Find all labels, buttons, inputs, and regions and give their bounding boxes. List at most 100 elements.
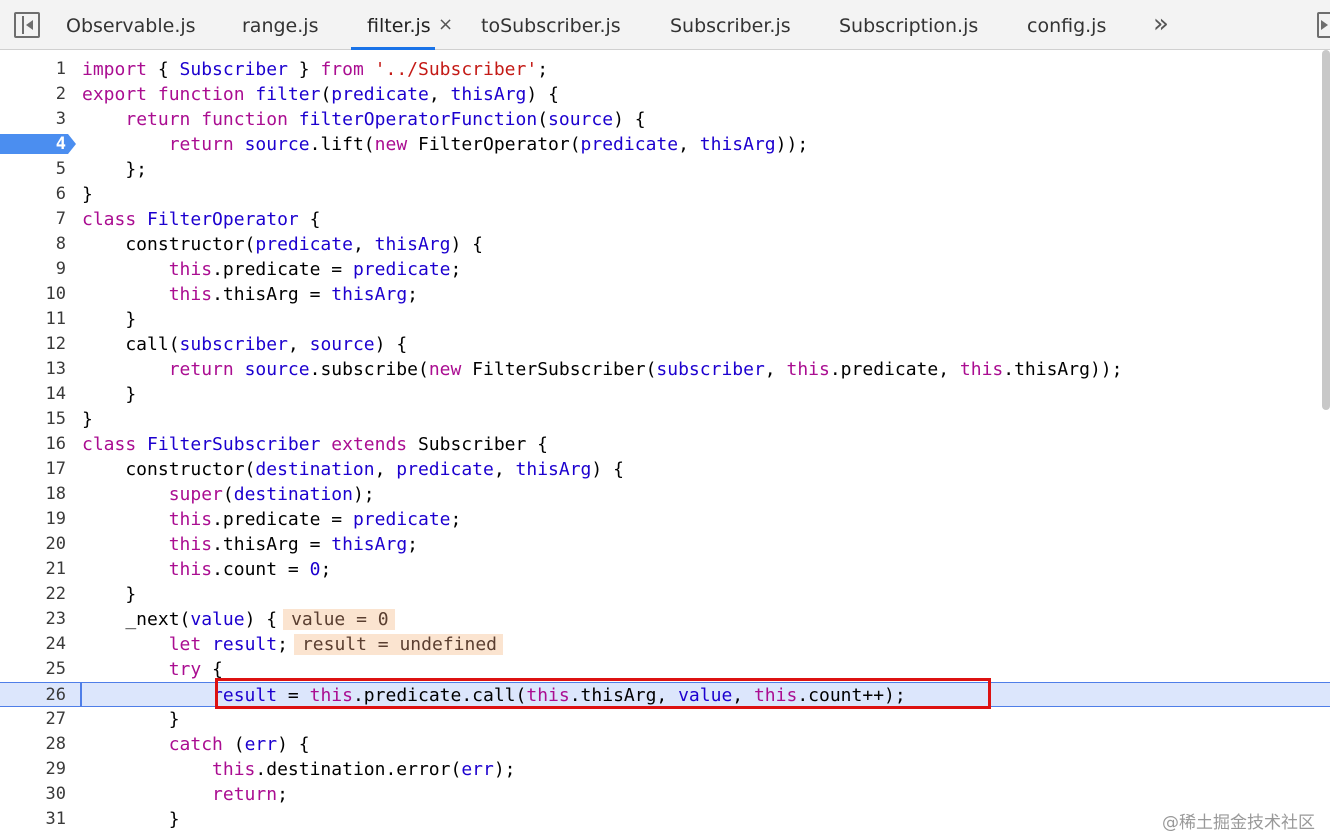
code-line[interactable]: 13 return source.subscribe(new FilterSub… (0, 357, 1330, 382)
line-number[interactable]: 25 (0, 657, 66, 682)
code-text: catch (err) { (168, 734, 310, 755)
code-line[interactable]: 18 super(destination); (0, 482, 1330, 507)
code-line[interactable]: 14 } (0, 382, 1330, 407)
code-text: constructor(destination, predicate, this… (82, 459, 624, 480)
code-text: this.count = 0; (168, 559, 332, 580)
tab-range-js[interactable]: range.js (242, 0, 318, 50)
line-number[interactable]: 7 (0, 207, 66, 232)
code-line[interactable]: 29 this.destination.error(err); (0, 757, 1330, 782)
line-number[interactable]: 17 (0, 457, 66, 482)
line-number[interactable]: 21 (0, 557, 66, 582)
watermark-text: @稀土掘金技术社区 (1162, 813, 1315, 833)
close-tab-icon[interactable]: × (438, 0, 453, 50)
line-number[interactable]: 28 (0, 732, 66, 757)
code-line[interactable]: 3 return function filterOperatorFunction… (0, 107, 1330, 132)
line-number[interactable]: 27 (0, 707, 66, 732)
line-number[interactable]: 15 (0, 407, 66, 432)
code-text: import { Subscriber } from '../Subscribe… (82, 59, 549, 80)
code-line[interactable]: 28 catch (err) { (0, 732, 1330, 757)
code-text: export function filter(predicate, thisAr… (82, 84, 559, 105)
code-line[interactable]: 10 this.thisArg = thisArg; (0, 282, 1330, 307)
tab-filter-js[interactable]: filter.js (351, 0, 435, 50)
code-line[interactable]: 26 result = this.predicate.call(this.thi… (0, 678, 1330, 709)
code-line[interactable]: 4 return source.lift(new FilterOperator(… (0, 132, 1330, 157)
line-number[interactable]: 19 (0, 507, 66, 532)
sidebar-toggle-left-icon[interactable] (14, 12, 40, 38)
code-line[interactable]: 30 return; (0, 782, 1330, 807)
line-number[interactable]: 13 (0, 357, 66, 382)
code-editor[interactable]: 1 import { Subscriber } from '../Subscrib… (0, 50, 1330, 837)
code-text: } (82, 809, 180, 830)
code-text: class FilterSubscriber extends Subscribe… (82, 434, 549, 455)
code-text: return function filterOperatorFunction(s… (125, 109, 646, 130)
line-number[interactable]: 9 (0, 257, 66, 282)
code-line[interactable]: 16 class FilterSubscriber extends Subscri… (0, 432, 1330, 457)
line-number[interactable]: 22 (0, 582, 66, 607)
code-text: let result; result = undefined (82, 632, 504, 657)
code-text: _next(value) {value = 0 (82, 607, 395, 632)
code-line[interactable]: 2 export function filter(predicate, thisA… (0, 82, 1330, 107)
code-line[interactable]: 20 this.thisArg = thisArg; (0, 532, 1330, 557)
code-text: constructor(predicate, thisArg) { (82, 234, 483, 255)
sidebar-toggle-right-icon[interactable] (1317, 12, 1330, 38)
line-number[interactable]: 12 (0, 332, 66, 357)
tab-observable-js[interactable]: Observable.js (66, 0, 196, 50)
code-line[interactable]: 27 } (0, 707, 1330, 732)
line-number[interactable]: 5 (0, 157, 66, 182)
code-line[interactable]: 19 this.predicate = predicate; (0, 507, 1330, 532)
code-line[interactable]: 22 } (0, 582, 1330, 607)
code-text: call(subscriber, source) { (82, 334, 408, 355)
line-number[interactable]: 31 (0, 807, 66, 832)
line-number[interactable]: 4 (0, 132, 66, 157)
code-line[interactable]: 8 constructor(predicate, thisArg) { (0, 232, 1330, 257)
code-line[interactable]: 9 this.predicate = predicate; (0, 257, 1330, 282)
tab-config-js[interactable]: config.js (1027, 0, 1106, 50)
line-number[interactable]: 1 (0, 57, 66, 82)
more-tabs-chevron-icon[interactable]: » (1153, 0, 1169, 50)
code-line[interactable]: 11 } (0, 307, 1330, 332)
line-number[interactable]: 10 (0, 282, 66, 307)
code-line[interactable]: 15} (0, 407, 1330, 432)
code-text: } (82, 309, 137, 330)
line-number[interactable]: 20 (0, 532, 66, 557)
line-number[interactable]: 2 (0, 82, 66, 107)
line-number[interactable]: 16 (0, 432, 66, 457)
code-text: } (82, 584, 137, 605)
code-line[interactable]: 17 constructor(destination, predicate, t… (0, 457, 1330, 482)
code-text: this.predicate = predicate; (168, 509, 462, 530)
code-text: super(destination); (168, 484, 375, 505)
line-number[interactable]: 11 (0, 307, 66, 332)
inline-value-hint: value = 0 (283, 609, 395, 630)
tab-subscription-js[interactable]: Subscription.js (839, 0, 978, 50)
vertical-scrollbar[interactable] (1322, 50, 1330, 410)
code-text: } (82, 409, 93, 430)
code-text: this.thisArg = thisArg; (168, 534, 418, 555)
code-line[interactable]: 6} (0, 182, 1330, 207)
code-line[interactable]: 31 } (0, 807, 1330, 832)
tab-tosubscriber-js[interactable]: toSubscriber.js (481, 0, 621, 50)
code-text: result = this.predicate.call(this.thisAr… (212, 685, 906, 706)
line-number[interactable]: 24 (0, 632, 66, 657)
line-number[interactable]: 8 (0, 232, 66, 257)
line-number[interactable]: 29 (0, 757, 66, 782)
code-text: this.predicate = predicate; (168, 259, 462, 280)
line-number[interactable]: 14 (0, 382, 66, 407)
code-line[interactable]: 5 }; (0, 157, 1330, 182)
code-line[interactable]: 25 try { (0, 657, 1330, 682)
tab-subscriber-js[interactable]: Subscriber.js (670, 0, 791, 50)
line-number[interactable]: 18 (0, 482, 66, 507)
code-line[interactable]: 1 import { Subscriber } from '../Subscrib… (0, 57, 1330, 82)
code-line[interactable]: 24 let result; result = undefined (0, 632, 1330, 657)
code-text: this.thisArg = thisArg; (168, 284, 418, 305)
line-number[interactable]: 3 (0, 107, 66, 132)
line-number[interactable]: 23 (0, 607, 66, 632)
code-line[interactable]: 23 _next(value) {value = 0 (0, 607, 1330, 632)
line-number[interactable]: 6 (0, 182, 66, 207)
code-line[interactable]: 21 this.count = 0; (0, 557, 1330, 582)
code-line[interactable]: 7 class FilterOperator { (0, 207, 1330, 232)
line-number[interactable]: 26 (0, 683, 66, 708)
line-number[interactable]: 30 (0, 782, 66, 807)
code-text: }; (82, 159, 148, 180)
code-text: } (82, 384, 137, 405)
code-line[interactable]: 12 call(subscriber, source) { (0, 332, 1330, 357)
